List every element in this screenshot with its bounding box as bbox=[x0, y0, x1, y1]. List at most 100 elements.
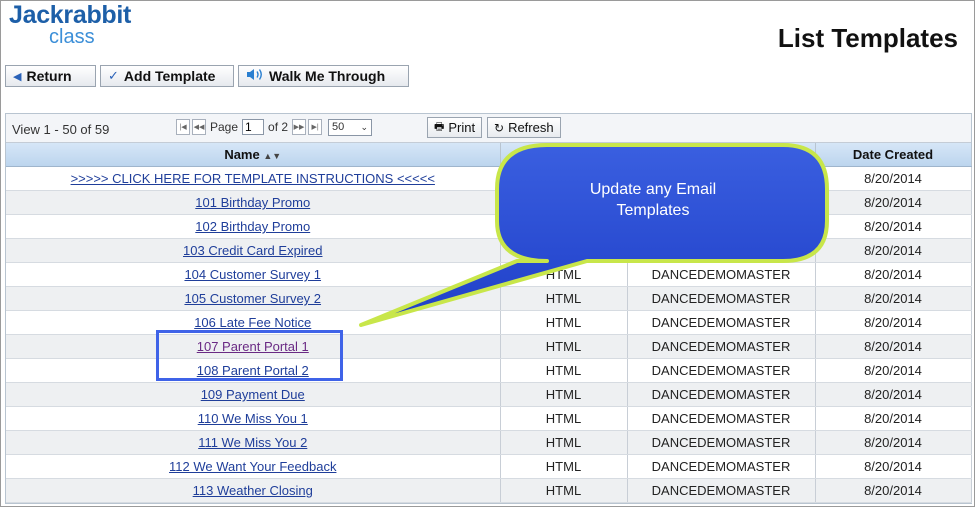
first-page-icon[interactable]: |◀ bbox=[176, 119, 190, 135]
column-header-name[interactable]: Name ▲▼ bbox=[6, 143, 501, 167]
cell-owner: DANCEDEMOMASTER bbox=[627, 406, 816, 431]
cell-name: 103 Credit Card Expired bbox=[6, 238, 501, 263]
cell-date-created: 8/20/2014 bbox=[815, 262, 972, 287]
cell-name: 108 Parent Portal 2 bbox=[6, 358, 501, 383]
template-link[interactable]: 104 Customer Survey 1 bbox=[184, 267, 321, 282]
cell-name: 113 Weather Closing bbox=[6, 478, 501, 503]
cell-type: HTML bbox=[500, 358, 628, 383]
template-link[interactable]: 108 Parent Portal 2 bbox=[197, 363, 309, 378]
print-label: Print bbox=[448, 120, 476, 135]
template-link[interactable]: >>>>> CLICK HERE FOR TEMPLATE INSTRUCTIO… bbox=[71, 171, 435, 186]
table-header-row: Name ▲▼ Date Created bbox=[6, 143, 972, 167]
grid-pager: View 1 - 50 of 59 |◀ ◀◀ Page of 2 ▶▶ ▶| … bbox=[6, 114, 971, 143]
sort-icon: ▲▼ bbox=[263, 151, 282, 161]
page-title: List Templates bbox=[777, 23, 958, 53]
cell-owner: DANCEDEMOMASTER bbox=[627, 286, 816, 311]
add-template-button[interactable]: ✓ Add Template bbox=[100, 65, 234, 87]
chevron-down-icon: ⌄ bbox=[360, 121, 369, 132]
template-link[interactable]: 103 Credit Card Expired bbox=[183, 243, 322, 258]
template-link[interactable]: 112 We Want Your Feedback bbox=[169, 459, 336, 474]
cell-name: 104 Customer Survey 1 bbox=[6, 262, 501, 287]
pagination-controls: |◀ ◀◀ Page of 2 ▶▶ ▶| 50 ⌄ bbox=[176, 118, 373, 136]
cell-date-created: 8/20/2014 bbox=[815, 238, 972, 263]
jackrabbit-logo: Jackrabbit class bbox=[9, 1, 132, 48]
cell-name: 101 Birthday Promo bbox=[6, 190, 501, 215]
cell-owner: DANCEDEMOMASTER bbox=[627, 382, 816, 407]
rows-per-page-select[interactable]: 50 ⌄ bbox=[328, 118, 373, 136]
refresh-label: Refresh bbox=[508, 120, 554, 135]
template-link[interactable]: 102 Birthday Promo bbox=[195, 219, 310, 234]
cell-type: HTML bbox=[500, 406, 628, 431]
table-row[interactable]: 107 Parent Portal 1 HTML DANCEDEMOMASTER 8/… bbox=[6, 334, 972, 359]
column-header-owner[interactable] bbox=[627, 143, 816, 167]
table-row[interactable]: 113 Weather Closing HTML DANCEDEMOMASTER 8/… bbox=[6, 478, 972, 503]
cell-date-created: 8/20/2014 bbox=[815, 166, 972, 191]
table-row[interactable]: 104 Customer Survey 1 HTML DANCEDEMOMASTER… bbox=[6, 262, 972, 287]
cell-type: HTML bbox=[500, 454, 628, 479]
cell-date-created: 8/20/2014 bbox=[815, 358, 972, 383]
cell-owner: DANCEDEMOMASTER bbox=[627, 454, 816, 479]
page-number-input[interactable] bbox=[242, 119, 265, 135]
cell-date-created: 8/20/2014 bbox=[815, 214, 972, 239]
table-row[interactable]: 105 Customer Survey 2 HTML DANCEDEMOMASTER… bbox=[6, 286, 972, 311]
cell-name: 109 Payment Due bbox=[6, 382, 501, 407]
cell-type: HTML bbox=[500, 430, 628, 455]
template-link[interactable]: 110 We Miss You 1 bbox=[198, 411, 308, 426]
callout-line-1: Update any Email bbox=[589, 181, 717, 198]
table-row[interactable]: 108 Parent Portal 2 HTML DANCEDEMOMASTER 8/… bbox=[6, 358, 972, 383]
cell-date-created: 8/20/2014 bbox=[815, 286, 972, 311]
return-label: Return bbox=[26, 68, 72, 84]
cell-owner: DANCEDEMOMASTER bbox=[627, 478, 816, 503]
refresh-icon: ↻ bbox=[494, 120, 505, 135]
cell-name: 111 We Miss You 2 bbox=[6, 430, 501, 455]
column-header-type[interactable] bbox=[500, 143, 628, 167]
print-button[interactable]: 🖶 Print bbox=[427, 117, 483, 138]
cell-date-created: 8/20/2014 bbox=[815, 190, 972, 215]
page-label: Page bbox=[210, 120, 239, 134]
table-row[interactable]: 112 We Want Your Feedback HTML DANCEDEMOMA… bbox=[6, 454, 972, 479]
cell-type: HTML bbox=[500, 310, 628, 335]
template-link[interactable]: 101 Birthday Promo bbox=[195, 195, 310, 210]
cell-name: 106 Late Fee Notice bbox=[6, 310, 501, 335]
cell-name: 107 Parent Portal 1 bbox=[6, 334, 501, 359]
cell-name: 105 Customer Survey 2 bbox=[6, 286, 501, 311]
refresh-button[interactable]: ↻ Refresh bbox=[487, 117, 561, 138]
triangle-left-icon: ◀ bbox=[13, 70, 22, 83]
top-toolbar: ◀ Return ✓ Add Template Walk Me Through bbox=[5, 65, 409, 87]
table-row[interactable]: 103 Credit Card Expired 8/20/2014 bbox=[6, 238, 972, 263]
last-page-icon[interactable]: ▶| bbox=[308, 119, 323, 135]
table-row[interactable]: 106 Late Fee Notice HTML DANCEDEMOMASTER 8/… bbox=[6, 310, 972, 335]
cell-date-created: 8/20/2014 bbox=[815, 382, 972, 407]
cell-name: 110 We Miss You 1 bbox=[6, 406, 501, 431]
template-link[interactable]: 113 Weather Closing bbox=[193, 483, 313, 498]
cell-date-created: 8/20/2014 bbox=[815, 334, 972, 359]
prev-page-icon[interactable]: ◀◀ bbox=[192, 119, 206, 135]
cell-date-created: 8/20/2014 bbox=[815, 478, 972, 503]
column-header-date-created[interactable]: Date Created bbox=[815, 143, 972, 167]
template-link[interactable]: 111 We Miss You 2 bbox=[198, 435, 307, 450]
table-row[interactable]: 109 Payment Due HTML DANCEDEMOMASTER 8/20/2… bbox=[6, 382, 972, 407]
logo-main-text: Jackrabbit bbox=[9, 1, 132, 29]
checkmark-icon: ✓ bbox=[108, 68, 119, 83]
view-range-text: View 1 - 50 of 59 bbox=[12, 122, 110, 137]
template-link[interactable]: 105 Customer Survey 2 bbox=[184, 291, 321, 306]
cell-type: HTML bbox=[500, 262, 628, 287]
rows-per-page-value: 50 bbox=[332, 121, 345, 133]
cell-owner: DANCEDEMOMASTER bbox=[627, 358, 816, 383]
cell-name: 112 We Want Your Feedback bbox=[6, 454, 501, 479]
cell-owner: DANCEDEMOMASTER bbox=[627, 430, 816, 455]
cell-date-created: 8/20/2014 bbox=[815, 310, 972, 335]
column-name-label: Name bbox=[224, 147, 260, 162]
walk-me-through-label: Walk Me Through bbox=[269, 68, 386, 84]
template-link[interactable]: 109 Payment Due bbox=[201, 387, 305, 402]
table-row[interactable]: 110 We Miss You 1 HTML DANCEDEMOMASTER 8/20… bbox=[6, 406, 972, 431]
table-row[interactable]: 111 We Miss You 2 HTML DANCEDEMOMASTER 8/20… bbox=[6, 430, 972, 455]
next-page-icon[interactable]: ▶▶ bbox=[292, 119, 307, 135]
template-link[interactable]: 106 Late Fee Notice bbox=[194, 315, 311, 330]
cell-date-created: 8/20/2014 bbox=[815, 430, 972, 455]
return-button[interactable]: ◀ Return bbox=[5, 65, 96, 87]
template-link[interactable]: 107 Parent Portal 1 bbox=[197, 339, 309, 354]
walk-me-through-button[interactable]: Walk Me Through bbox=[238, 65, 409, 87]
logo-sub-text: class bbox=[49, 26, 95, 48]
callout-line-2: Templates bbox=[616, 202, 690, 219]
